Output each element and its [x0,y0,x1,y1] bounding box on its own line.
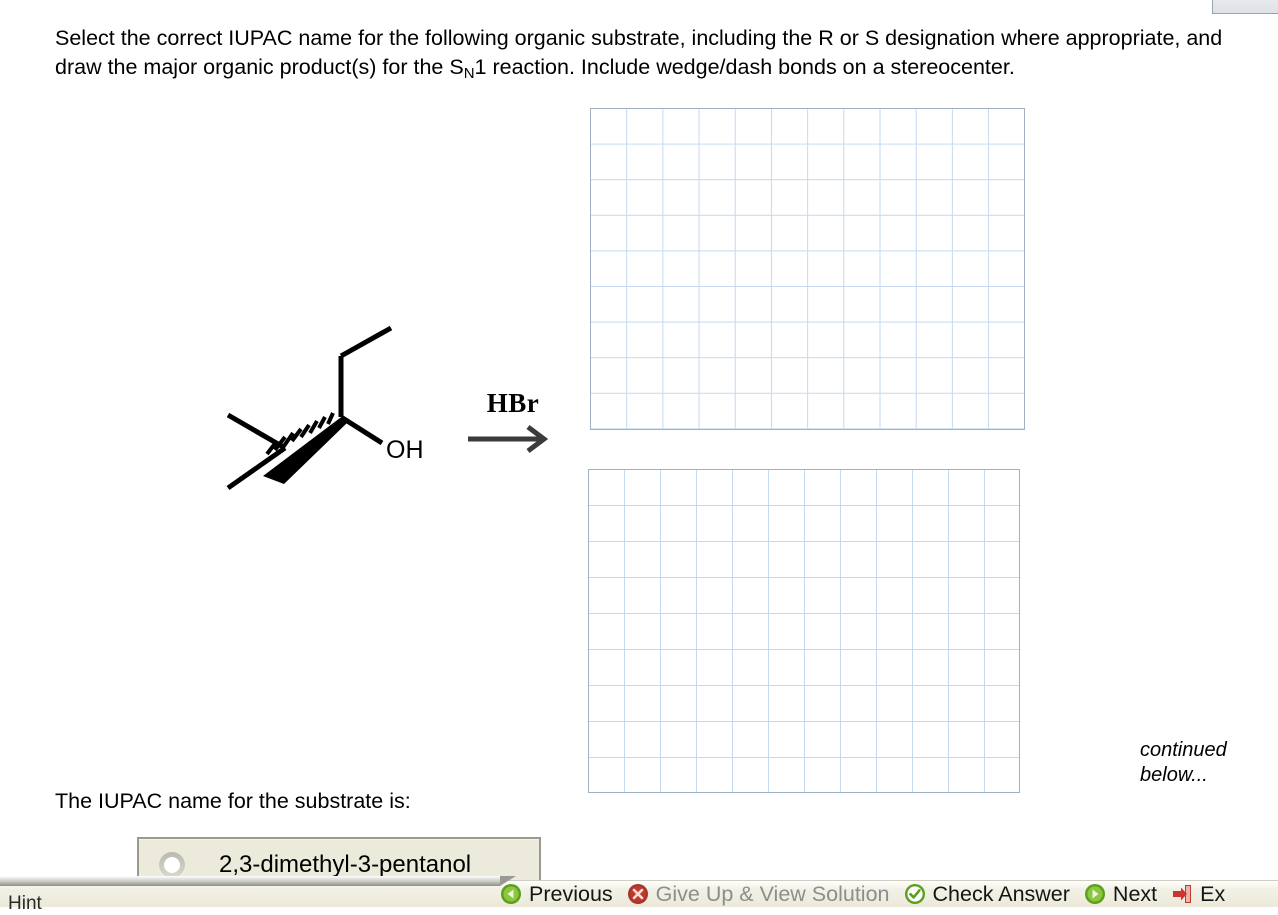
prompt-text-part-2: 1 reaction. Include wedge/dash bonds on … [474,55,1015,79]
check-answer-label: Check Answer [932,881,1070,906]
check-answer-button[interactable]: Check Answer [904,882,1076,907]
x-circle-icon [627,884,648,904]
reagent-label: HBr [486,388,540,418]
hydroxyl-label: OH [386,436,424,464]
product-canvas-1[interactable] [590,108,1025,430]
check-circle-icon [904,884,925,904]
back-arrow-circle-icon [501,884,521,904]
prompt-subscript-n: N [463,65,475,82]
next-label: Next [1112,881,1158,906]
exit-label: Ex [1200,881,1226,906]
continued-below-note: continued below... [1140,739,1227,786]
toolbar-left-divider [0,876,516,886]
reaction-arrow-group: HBr [468,388,558,458]
previous-label: Previous [529,881,613,906]
next-button[interactable]: Next [1084,882,1163,907]
exit-button[interactable]: Ex [1171,882,1231,907]
navigation-buttons: Previous Give Up & View Solution Check A… [500,882,1231,906]
question-prompt: Select the correct IUPAC name for the fo… [55,24,1240,84]
give-up-label: Give Up & View Solution [655,881,890,906]
previous-button[interactable]: Previous [500,882,619,907]
give-up-button[interactable]: Give Up & View Solution [627,882,896,907]
forward-arrow-circle-icon [1084,884,1105,904]
answer-prompt-label: The IUPAC name for the substrate is: [55,789,411,813]
right-arrow-icon [468,425,549,453]
product-canvas-2[interactable] [588,469,1020,793]
radio-button-icon[interactable] [159,852,185,878]
hint-label[interactable]: Hint [8,893,42,915]
window-tab-stub[interactable] [1212,0,1278,14]
exit-door-icon [1173,885,1192,903]
answer-option-1-label: 2,3-dimethyl-3-pentanol [219,851,472,878]
